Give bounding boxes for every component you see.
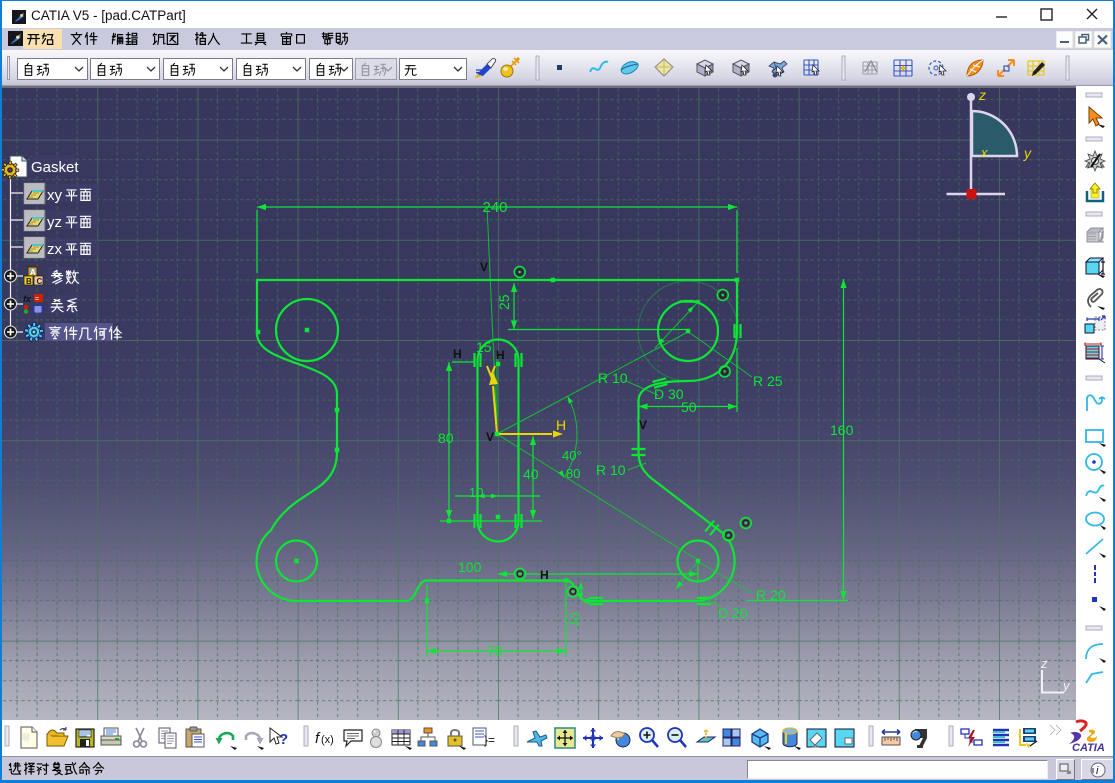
svg-text:R 10: R 10 xyxy=(596,462,626,478)
svg-text:R 25: R 25 xyxy=(753,373,783,389)
svg-text:H: H xyxy=(556,417,566,433)
svg-text:z: z xyxy=(978,87,986,103)
svg-text:CATIA: CATIA xyxy=(1072,742,1105,754)
svg-text:10: 10 xyxy=(469,485,483,500)
svg-text:z: z xyxy=(1040,656,1048,671)
svg-text:xy: xy xyxy=(47,187,63,204)
svg-text:B: B xyxy=(26,277,32,286)
svg-text:V: V xyxy=(639,418,647,432)
svg-text:Gasket: Gasket xyxy=(31,159,79,176)
svg-text:40: 40 xyxy=(523,466,539,482)
svg-text:V: V xyxy=(486,430,494,444)
svg-text:40°: 40° xyxy=(562,448,582,463)
svg-text:100: 100 xyxy=(458,559,482,575)
svg-text:yz: yz xyxy=(47,214,62,231)
svg-text:70: 70 xyxy=(487,643,503,659)
svg-text:?: ? xyxy=(279,731,288,748)
svg-text:80: 80 xyxy=(566,466,580,481)
svg-text:240: 240 xyxy=(482,199,507,216)
svg-text:V: V xyxy=(480,260,488,274)
svg-text:fx: fx xyxy=(23,294,32,304)
svg-text:H: H xyxy=(496,348,505,362)
svg-text:R 20: R 20 xyxy=(756,587,786,603)
svg-text:C: C xyxy=(37,277,43,286)
svg-text:H: H xyxy=(453,347,462,361)
svg-text:160: 160 xyxy=(830,422,854,438)
svg-text:=: = xyxy=(35,296,39,303)
svg-text:}=: }= xyxy=(484,733,495,747)
svg-text:25: 25 xyxy=(496,294,512,310)
svg-text:y: y xyxy=(1023,145,1032,161)
svg-text:x: x xyxy=(980,145,988,160)
svg-text:(x): (x) xyxy=(321,734,334,746)
svg-text:80: 80 xyxy=(438,430,454,446)
svg-text:H: H xyxy=(540,568,549,582)
svg-text:D 30: D 30 xyxy=(654,386,684,402)
svg-text:D 20: D 20 xyxy=(718,605,748,621)
svg-text:zx: zx xyxy=(47,241,63,258)
svg-text:A: A xyxy=(30,268,36,277)
svg-text:15: 15 xyxy=(476,339,492,355)
